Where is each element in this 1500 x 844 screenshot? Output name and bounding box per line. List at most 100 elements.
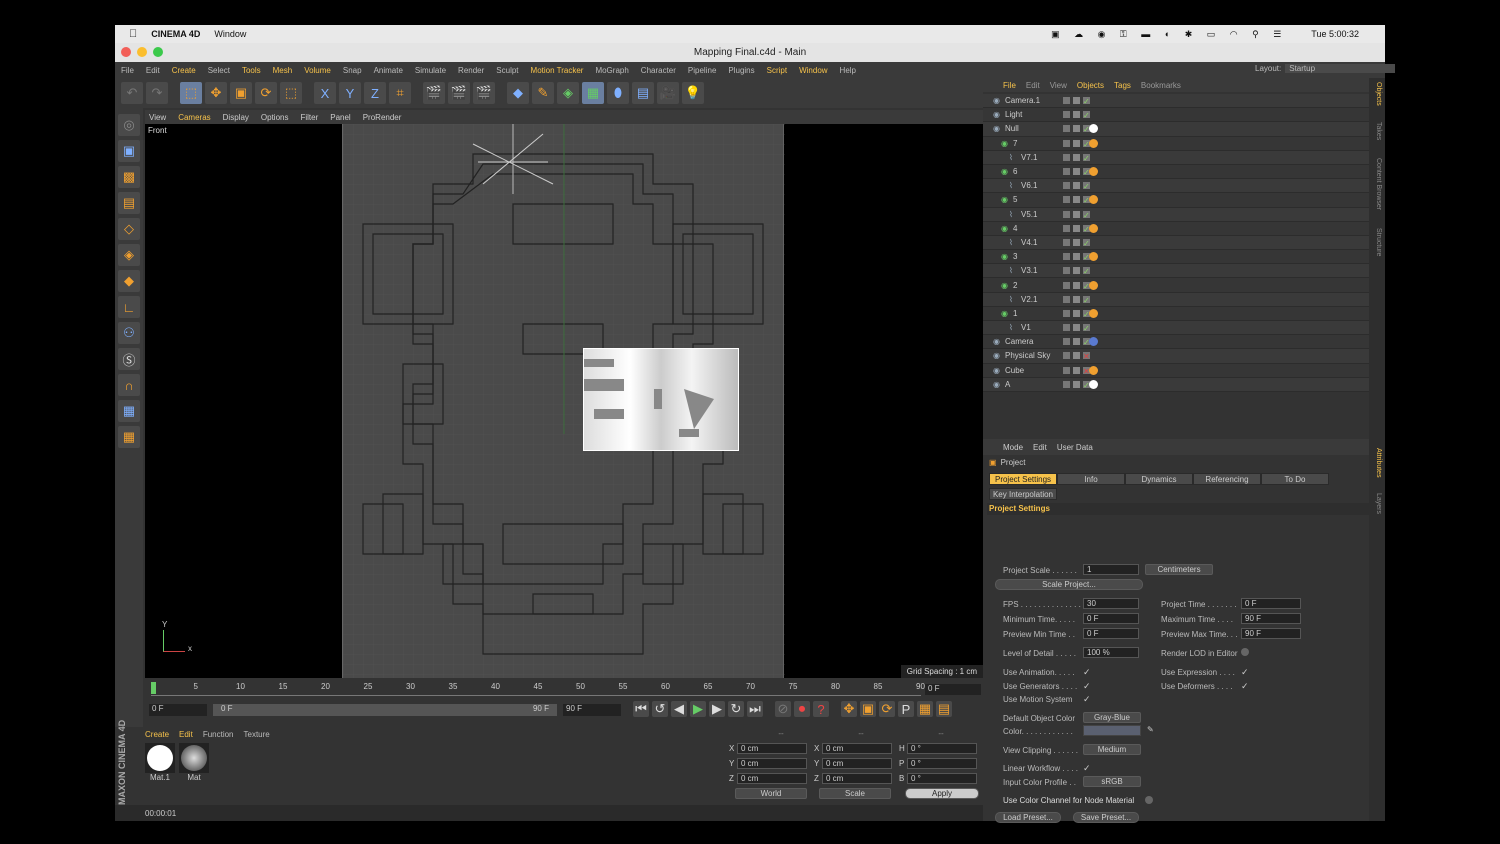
play-icon[interactable]: ▶	[690, 701, 706, 717]
object-name[interactable]: 3	[1013, 252, 1017, 261]
menu-file[interactable]: File	[121, 66, 134, 75]
visibility-dots[interactable]	[1073, 139, 1080, 147]
object-row[interactable]: ⌇ V2.1 ✓	[983, 292, 1385, 307]
minimum-time-field[interactable]: 0 F	[1083, 613, 1139, 624]
menu-sculpt[interactable]: Sculpt	[496, 66, 518, 75]
object-tag[interactable]	[1089, 195, 1098, 205]
keyframe-selection-icon[interactable]: ?	[813, 701, 829, 717]
use-motion-system-checkbox[interactable]: ✓	[1083, 694, 1091, 705]
object-row[interactable]: ◉ Camera ✓	[983, 335, 1385, 350]
edit-render-settings-icon[interactable]: 🎬	[473, 82, 495, 104]
object-name[interactable]: Null	[1005, 124, 1019, 133]
menu-render[interactable]: Render	[458, 66, 484, 75]
timeline[interactable]: 051015202530354045505560657075808590 0 F…	[145, 680, 983, 730]
visibility-dots[interactable]	[1073, 224, 1080, 232]
material-menu-edit[interactable]: Edit	[179, 730, 193, 739]
enabled-check-icon[interactable]: ✓	[1083, 111, 1090, 120]
attr-menu-user-data[interactable]: User Data	[1057, 443, 1093, 452]
right-tab-takes[interactable]: Takes	[1375, 122, 1382, 140]
tab-key-interpolation[interactable]: Key Interpolation	[989, 488, 1057, 500]
scale-dropdown[interactable]: Scale	[819, 788, 891, 799]
z-axis-icon[interactable]: Z	[364, 82, 386, 104]
object-menu-file[interactable]: File	[1003, 81, 1016, 90]
preview-max-time-field[interactable]: 90 F	[1241, 628, 1301, 639]
layer-swatch[interactable]	[1063, 153, 1070, 161]
record-keys-icon[interactable]: ⊘	[775, 701, 791, 717]
snap-icon[interactable]: Ⓢ	[118, 348, 140, 370]
object-name[interactable]: V5.1	[1021, 210, 1037, 219]
menu-snap[interactable]: Snap	[343, 66, 362, 75]
right-tab-structure[interactable]: Structure	[1375, 228, 1382, 256]
object-name[interactable]: V2.1	[1021, 295, 1037, 304]
object-name[interactable]: 1	[1013, 309, 1017, 318]
disabled-icon[interactable]: ✕	[1083, 352, 1090, 361]
rotate-icon[interactable]: ⟳	[255, 82, 277, 104]
object-row[interactable]: ⌇ V6.1 ✓	[983, 179, 1385, 194]
lock-workplane-icon[interactable]: ▦	[118, 400, 140, 422]
enabled-check-icon[interactable]: ✓	[1083, 97, 1090, 106]
attr-menu-edit[interactable]: Edit	[1033, 443, 1047, 452]
autokey-icon[interactable]: ⏺	[794, 701, 810, 717]
object-name[interactable]: A	[1005, 380, 1010, 389]
object-row[interactable]: ◉ 6 ✓	[983, 164, 1385, 180]
coord-field[interactable]: 0 cm	[737, 758, 807, 769]
texture-mode-icon[interactable]: ▩	[118, 166, 140, 188]
object-menu-view[interactable]: View	[1050, 81, 1067, 90]
deformer-icon[interactable]: ⬮	[607, 82, 629, 104]
viewport-menu-view[interactable]: View	[149, 113, 166, 122]
visibility-dots[interactable]	[1073, 267, 1080, 275]
viewport-menu-prorender[interactable]: ProRender	[363, 113, 402, 122]
cube-icon[interactable]: ◆	[507, 82, 529, 104]
app-menu[interactable]: CINEMA 4D	[151, 29, 200, 39]
zoom-button[interactable]	[153, 47, 163, 57]
key-pla-icon[interactable]: ▦	[917, 701, 933, 717]
layer-swatch[interactable]	[1063, 380, 1070, 388]
loop-forward-icon[interactable]: ↻	[728, 701, 744, 717]
default-object-color-dropdown[interactable]: Gray-Blue	[1083, 712, 1141, 723]
object-row[interactable]: ◉ Cube ✕	[983, 363, 1385, 378]
go-to-end-icon[interactable]: ⏭	[747, 701, 763, 717]
use-animation-checkbox[interactable]: ✓	[1083, 667, 1091, 678]
viewport-menu-filter[interactable]: Filter	[300, 113, 318, 122]
viewport-menu-display[interactable]: Display	[223, 113, 249, 122]
coord-field[interactable]: 0 °	[907, 743, 977, 754]
enabled-check-icon[interactable]: ✓	[1083, 324, 1090, 333]
project-scale-field[interactable]: 1	[1083, 564, 1139, 575]
object-name[interactable]: Cube	[1005, 366, 1024, 375]
object-row[interactable]: ⌇ V3.1 ✓	[983, 264, 1385, 279]
use-expression-checkbox[interactable]: ✓	[1241, 667, 1249, 678]
menu-animate[interactable]: Animate	[374, 66, 403, 75]
layer-swatch[interactable]	[1063, 224, 1070, 232]
right-tab-layers[interactable]: Layers	[1375, 493, 1382, 514]
object-row[interactable]: ⌇ V7.1 ✓	[983, 150, 1385, 165]
object-row[interactable]: ⌇ V1 ✓	[983, 321, 1385, 336]
enabled-check-icon[interactable]: ✓	[1083, 182, 1090, 191]
visibility-dots[interactable]	[1073, 309, 1080, 317]
object-name[interactable]: V4.1	[1021, 238, 1037, 247]
object-name[interactable]: Light	[1005, 110, 1022, 119]
viewport-front[interactable]: Front Y x Grid Spacing: 1 cm	[145, 124, 983, 678]
object-row[interactable]: ◉ 5 ✓	[983, 193, 1385, 208]
menu-volume[interactable]: Volume	[304, 66, 331, 75]
level-of-detail-field[interactable]: 100 %	[1083, 647, 1139, 658]
render-picture-viewer-icon[interactable]: 🎬	[448, 82, 470, 104]
polygons-mode-icon[interactable]: ◆	[118, 270, 140, 292]
enabled-check-icon[interactable]: ✓	[1083, 238, 1090, 248]
camera-icon[interactable]: 🎥	[657, 82, 679, 104]
object-row[interactable]: ◉ 1 ✓	[983, 306, 1385, 321]
object-name[interactable]: 6	[1013, 167, 1017, 176]
visibility-dots[interactable]	[1073, 295, 1080, 303]
menu-select[interactable]: Select	[208, 66, 230, 75]
scale-project-button[interactable]: Scale Project...	[995, 579, 1143, 590]
points-mode-icon[interactable]: ◇	[118, 218, 140, 240]
pen-icon[interactable]: ✎	[532, 82, 554, 104]
layer-swatch[interactable]	[1063, 125, 1070, 133]
viewport-menu-cameras[interactable]: Cameras	[178, 113, 210, 122]
object-name[interactable]: 7	[1013, 139, 1017, 148]
object-tag[interactable]	[1089, 379, 1098, 389]
object-tag[interactable]	[1089, 138, 1098, 148]
coord-field[interactable]: 0 °	[907, 758, 977, 769]
object-menu-tags[interactable]: Tags	[1114, 81, 1131, 90]
step-forward-icon[interactable]: ▶	[709, 701, 725, 717]
menu-mograph[interactable]: MoGraph	[595, 66, 628, 75]
